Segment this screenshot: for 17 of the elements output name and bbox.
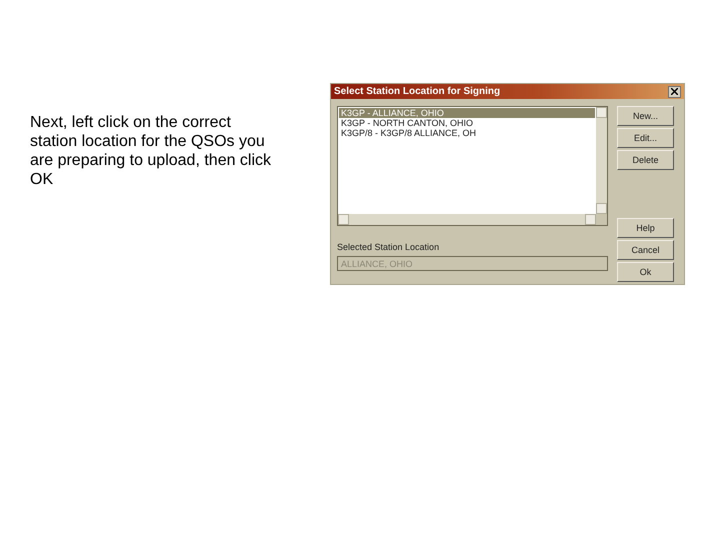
list-item[interactable]: K3GP/8 - K3GP/8 ALLIANCE, OH — [339, 128, 595, 138]
close-icon — [671, 88, 678, 95]
instruction-text: Next, left click on the correct station location for the QSOs you are preparing to upload, then click OK — [30, 113, 272, 189]
close-button[interactable] — [668, 86, 681, 98]
vertical-scrollbar[interactable] — [596, 107, 607, 214]
dialog-button[interactable]: New... — [617, 106, 674, 126]
horizontal-scrollbar[interactable] — [338, 214, 596, 225]
dialog-button[interactable]: Cancel — [617, 240, 674, 260]
dialog-button[interactable]: Ok — [617, 262, 674, 282]
dialog-button[interactable]: Delete — [617, 150, 674, 170]
list-item[interactable]: K3GP - NORTH CANTON, OHIO — [339, 118, 595, 128]
field-label: Selected Station Location — [337, 242, 440, 252]
list-item[interactable]: K3GP - ALLIANCE, OHIO — [339, 108, 595, 118]
scrollbar-corner — [596, 214, 607, 225]
window-title: Select Station Location for Signing — [334, 86, 500, 97]
dialog-button[interactable]: Edit... — [617, 128, 674, 148]
dialog-button[interactable]: Help — [617, 218, 674, 238]
